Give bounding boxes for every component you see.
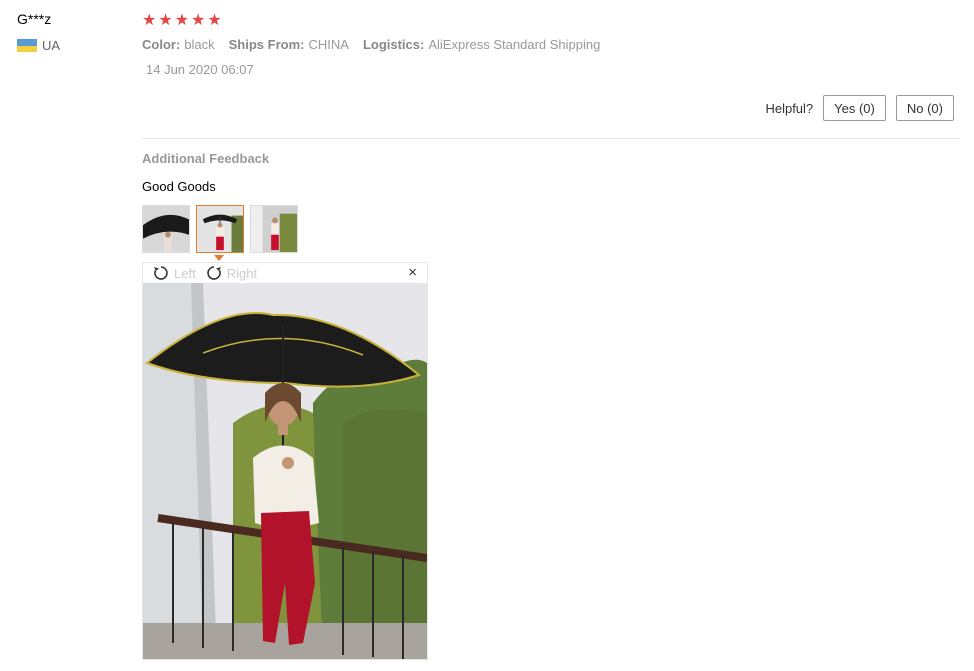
ships-from-info: Ships From: CHINA [228,37,349,52]
additional-feedback-title: Additional Feedback [142,151,270,166]
image-viewer: Left Right × [142,262,428,660]
review-photo-large [143,283,427,659]
reviewer-country: UA [17,38,60,53]
close-icon[interactable]: × [408,264,417,281]
helpful-yes-button[interactable]: Yes (0) [823,95,886,121]
rotate-left-label: Left [174,265,196,281]
review-thumbnail[interactable] [142,205,190,253]
star-rating: ★ ★ ★ ★ ★ [142,12,222,30]
rotate-left-button[interactable]: Left [153,265,196,281]
rotate-left-icon [154,266,168,280]
helpful-section: Helpful? Yes (0) No (0) [765,95,954,121]
star-icon: ★ [174,12,190,29]
review-thumbnail[interactable] [250,205,298,253]
review-thumbnails [142,205,298,253]
star-icon: ★ [191,12,206,29]
review-thumbnail-active[interactable] [196,205,244,253]
rotate-right-label: Right [226,265,258,281]
helpful-label: Helpful? [765,100,814,116]
rotate-right-icon [206,266,221,280]
review-date: 14 Jun 2020 06:07 [146,62,254,77]
active-thumbnail-pointer [214,255,224,261]
star-icon: ★ [142,12,157,29]
star-icon: ★ [158,12,173,29]
divider [142,138,960,139]
star-icon: ★ [207,12,222,29]
country-code: UA [42,38,61,53]
reviewer-name: G***z [17,11,52,27]
image-viewer-toolbar: Left Right × [143,263,427,283]
color-info: Color: black [142,37,215,52]
ukraine-flag-icon [17,39,37,52]
helpful-no-button[interactable]: No (0) [895,95,954,121]
logistics-info: Logistics: AliExpress Standard Shipping [362,37,601,52]
rotate-right-button[interactable]: Right [206,265,257,281]
order-info: Color: black Ships From: CHINA Logistics: A… [142,37,600,52]
additional-feedback-text: Good Goods [142,179,216,194]
